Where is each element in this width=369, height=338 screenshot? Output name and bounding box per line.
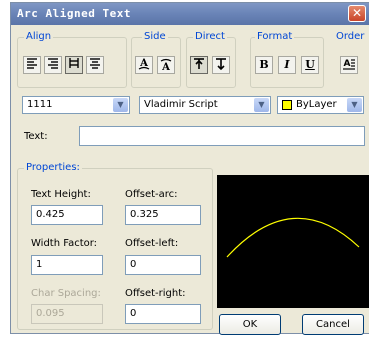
underline-button[interactable]: U xyxy=(301,56,319,74)
direct-group-label: Direct xyxy=(193,31,227,42)
side-group-label: Side xyxy=(142,31,168,42)
italic-button[interactable]: I xyxy=(278,56,296,74)
chevron-down-icon[interactable]: ▼ xyxy=(113,98,128,112)
direct-group: Direct xyxy=(186,31,236,88)
side-inward-button[interactable]: A xyxy=(157,56,175,74)
arc-preview-panel xyxy=(217,175,369,308)
direct-down-button[interactable] xyxy=(212,56,230,74)
chevron-down-icon[interactable]: ▼ xyxy=(347,98,362,112)
offset-right-input[interactable]: 0 xyxy=(125,304,201,324)
close-button[interactable]: ✕ xyxy=(348,5,366,22)
reverse-order-icon: A xyxy=(343,59,355,70)
width-factor-label: Width Factor: xyxy=(31,238,98,249)
side-group: Side A A xyxy=(131,31,181,88)
align-left-button[interactable] xyxy=(23,56,41,74)
order-group: Order A xyxy=(329,31,367,88)
color-dropdown-value: ByLayer xyxy=(296,99,337,110)
offset-arc-input[interactable]: 0.325 xyxy=(125,205,201,225)
cancel-button[interactable]: Cancel xyxy=(302,314,364,335)
side-inward-icon: A xyxy=(160,58,172,73)
align-fit-button[interactable] xyxy=(65,56,83,74)
offset-right-label: Offset-right: xyxy=(125,288,186,299)
format-group: Format B I U xyxy=(250,31,324,88)
char-spacing-label: Char Spacing: xyxy=(31,288,101,299)
direct-down-icon xyxy=(216,58,226,71)
title-bar[interactable]: Arc Aligned Text ✕ xyxy=(11,3,369,25)
align-group-label: Align xyxy=(24,31,54,42)
align-center-icon xyxy=(90,58,100,69)
font-dropdown-value: Vladimir Script xyxy=(144,99,218,110)
text-field-label: Text: xyxy=(24,131,48,142)
dialog-title: Arc Aligned Text xyxy=(17,7,131,20)
direct-up-button[interactable] xyxy=(190,56,208,74)
svg-text:A: A xyxy=(344,59,351,69)
svg-text:A: A xyxy=(161,62,170,71)
direct-up-icon xyxy=(194,58,204,69)
color-dropdown[interactable]: ByLayer ▼ xyxy=(277,96,364,114)
side-outward-icon: A xyxy=(138,58,150,70)
align-group: Align xyxy=(17,31,127,88)
style-dropdown-value: 1111 xyxy=(27,99,53,110)
style-dropdown[interactable]: 1111 ▼ xyxy=(22,96,130,114)
ok-button[interactable]: OK xyxy=(219,314,281,335)
offset-arc-label: Offset-arc: xyxy=(125,189,178,200)
align-left-icon xyxy=(27,58,37,69)
arc-aligned-text-dialog: Arc Aligned Text ✕ Align Side A A Direct xyxy=(10,2,369,335)
align-fit-icon xyxy=(69,58,79,68)
chevron-down-icon[interactable]: ▼ xyxy=(254,98,269,112)
align-right-icon xyxy=(48,58,58,69)
offset-left-input[interactable]: 0 xyxy=(125,255,201,275)
align-center-button[interactable] xyxy=(86,56,104,74)
side-outward-button[interactable]: A xyxy=(135,56,153,74)
offset-left-label: Offset-left: xyxy=(125,238,179,249)
width-factor-input[interactable]: 1 xyxy=(31,255,103,275)
font-dropdown[interactable]: Vladimir Script ▼ xyxy=(139,96,271,114)
char-spacing-input: 0.095 xyxy=(31,304,103,324)
text-input[interactable] xyxy=(79,126,365,146)
order-group-label: Order xyxy=(334,31,367,42)
color-swatch xyxy=(282,100,292,110)
text-height-input[interactable]: 0.425 xyxy=(31,205,103,225)
format-group-label: Format xyxy=(255,31,295,42)
text-height-label: Text Height: xyxy=(31,189,91,200)
reverse-order-button[interactable]: A xyxy=(340,56,358,74)
arc-preview-curve xyxy=(226,217,360,258)
properties-group-label: Properties: xyxy=(24,162,82,173)
align-right-button[interactable] xyxy=(44,56,62,74)
bold-button[interactable]: B xyxy=(255,56,273,74)
